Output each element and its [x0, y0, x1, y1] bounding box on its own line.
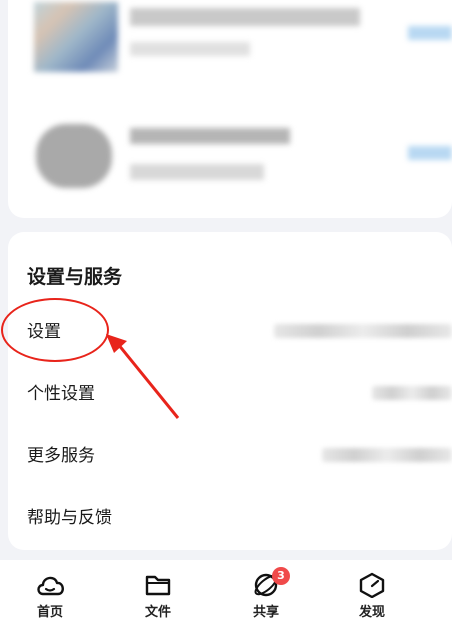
folder-icon	[145, 575, 171, 596]
tab-discover[interactable]: 发现	[342, 572, 402, 620]
tab-label: 发现	[358, 605, 385, 620]
tab-label: 文件	[144, 605, 171, 620]
tab-label: 共享	[252, 605, 279, 620]
tab-files[interactable]: 文件	[128, 572, 188, 620]
cloud-icon	[37, 576, 64, 596]
notification-badge: 3	[272, 567, 290, 585]
tab-share[interactable]: 3 共享	[236, 567, 296, 620]
annotation-arrow-icon	[106, 334, 180, 419]
tab-home[interactable]: 首页	[20, 572, 80, 620]
tab-label: 首页	[36, 605, 63, 620]
bottom-tab-bar: 首页 文件 3 共享 发现	[0, 560, 452, 630]
cube-icon	[359, 572, 385, 598]
